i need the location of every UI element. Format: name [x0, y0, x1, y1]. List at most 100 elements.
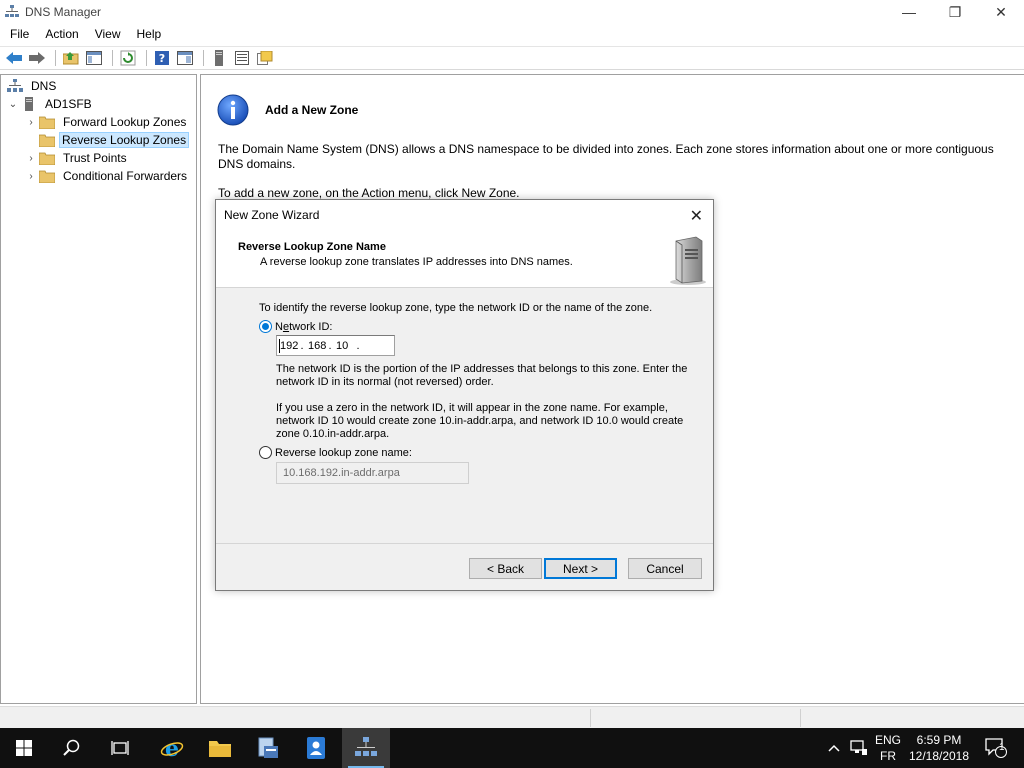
folder-icon	[39, 170, 55, 183]
clock[interactable]: 6:59 PM 12/18/2018	[906, 732, 972, 764]
back-button[interactable]: < Back	[469, 558, 542, 579]
network-id-input[interactable]: 192 . 168 . 10 .	[276, 335, 395, 356]
status-segment	[590, 709, 800, 727]
reverse-zone-name-input[interactable]: 10.168.192.in-addr.arpa	[276, 462, 469, 484]
file-explorer-button[interactable]	[196, 728, 244, 768]
toolbar-separator	[55, 50, 56, 66]
menu-action[interactable]: Action	[37, 27, 86, 41]
search-button[interactable]	[48, 728, 96, 768]
dns-manager-taskbar-button[interactable]	[342, 728, 390, 768]
server-manager-button[interactable]	[244, 728, 292, 768]
tree-item-dns[interactable]: DNS	[7, 77, 60, 95]
toolbar-separator	[112, 50, 113, 66]
chevron-right-icon[interactable]: ›	[25, 171, 37, 182]
network-icon	[850, 740, 867, 755]
page-heading: Add a New Zone	[265, 103, 359, 117]
menu-bar: File Action View Help	[0, 24, 1024, 44]
minimize-button[interactable]: —	[886, 0, 932, 24]
show-hide-tree-icon[interactable]	[84, 49, 104, 67]
tree-item-trust-points[interactable]: › Trust Points	[25, 149, 131, 167]
refresh-icon[interactable]	[118, 49, 138, 67]
chevron-right-icon[interactable]: ›	[25, 153, 37, 164]
folder-icon	[39, 152, 55, 165]
octet-1-input[interactable]: 192	[277, 340, 299, 352]
reverse-zone-name-label: Reverse lookup zone name:	[275, 446, 412, 459]
help-icon[interactable]: ?	[152, 49, 172, 67]
info-icon	[217, 94, 249, 126]
tree-label: Forward Lookup Zones	[63, 115, 187, 129]
next-button[interactable]: Next >	[544, 558, 617, 579]
chevron-down-icon[interactable]: ⌄	[7, 99, 19, 110]
cancel-button[interactable]: Cancel	[628, 558, 702, 579]
language-indicator[interactable]: ENG FR	[872, 732, 904, 764]
chevron-right-icon[interactable]: ›	[25, 117, 37, 128]
chevron-up-icon	[828, 744, 840, 752]
window-title: DNS Manager	[25, 5, 102, 19]
tree-label: DNS	[31, 79, 57, 93]
language-primary: ENG	[874, 733, 901, 747]
folder-icon	[39, 134, 55, 147]
task-view-button[interactable]	[96, 728, 144, 768]
forward-arrow-icon[interactable]	[27, 49, 47, 67]
tree-item-reverse-lookup-zones[interactable]: Reverse Lookup Zones	[25, 131, 190, 149]
menu-help[interactable]: Help	[129, 27, 170, 41]
clock-time: 6:59 PM	[916, 733, 962, 747]
dns-manager-icon	[355, 737, 377, 756]
server-icon	[25, 97, 33, 111]
octet-2-input[interactable]: 168	[305, 340, 327, 352]
menu-file[interactable]: File	[2, 27, 37, 41]
wizard-step-title: Reverse Lookup Zone Name	[238, 241, 386, 253]
taskbar: e ENG FR 6:59 PM 12/18/2018 1	[0, 728, 1024, 768]
toolbar-separator	[203, 50, 204, 66]
toolbar-separator	[146, 50, 147, 66]
text-caret	[279, 339, 280, 353]
address-book-icon	[307, 737, 325, 759]
octet-3-input[interactable]: 10	[333, 340, 355, 352]
back-arrow-icon[interactable]	[4, 49, 24, 67]
notification-count: 1	[999, 742, 1005, 753]
show-hidden-icons-button[interactable]	[822, 728, 846, 768]
server-manager-icon	[258, 737, 278, 758]
dialog-close-icon[interactable]: ✕	[690, 206, 703, 226]
action-center-button[interactable]: 1	[978, 728, 1014, 768]
dialog-title-bar: New Zone Wizard	[216, 200, 713, 230]
new-record-icon[interactable]	[255, 49, 275, 67]
internet-explorer-icon: e	[160, 736, 184, 760]
properties-pane-icon[interactable]	[175, 49, 195, 67]
wizard-step-subtitle: A reverse lookup zone translates IP addr…	[260, 256, 573, 268]
active-directory-button[interactable]	[292, 728, 340, 768]
svg-text:e: e	[165, 736, 179, 760]
list-icon[interactable]	[232, 49, 252, 67]
tree-item-conditional-forwarders[interactable]: › Conditional Forwarders	[25, 167, 191, 185]
console-tree: DNS ⌄ AD1SFB › Forward Lookup Zones Reve…	[0, 74, 197, 704]
network-tray-button[interactable]	[846, 728, 872, 768]
network-id-radio[interactable]: Network ID:	[259, 320, 332, 333]
svg-text:?: ?	[159, 52, 165, 65]
radio-indicator	[259, 446, 272, 459]
wizard-prompt: To identify the reverse lookup zone, typ…	[259, 302, 653, 314]
instruction-text: To add a new zone, on the Action menu, c…	[218, 186, 520, 200]
close-button[interactable]: ✕	[978, 0, 1024, 24]
tree-label: Trust Points	[63, 151, 127, 165]
folder-icon	[209, 741, 231, 757]
start-button[interactable]	[0, 728, 48, 768]
internet-explorer-button[interactable]: e	[148, 728, 196, 768]
language-secondary: FR	[880, 749, 896, 763]
server-icon[interactable]	[209, 49, 229, 67]
restore-button[interactable]: ❐	[932, 0, 978, 24]
new-zone-wizard-dialog: New Zone Wizard ✕ Reverse Lookup Zone Na…	[215, 199, 714, 591]
dns-manager-icon	[5, 5, 19, 17]
dialog-title: New Zone Wizard	[224, 208, 320, 222]
network-id-help: The network ID is the portion of the IP …	[276, 363, 688, 388]
wizard-header: Reverse Lookup Zone Name A reverse looku…	[216, 230, 713, 288]
menu-view[interactable]: View	[87, 27, 129, 41]
tree-label: AD1SFB	[45, 97, 92, 111]
up-folder-icon[interactable]	[61, 49, 81, 67]
tree-label: Conditional Forwarders	[63, 169, 188, 183]
tree-item-server[interactable]: ⌄ AD1SFB	[7, 95, 96, 113]
reverse-zone-name-radio[interactable]: Reverse lookup zone name:	[259, 446, 412, 459]
zero-in-network-id-help: If you use a zero in the network ID, it …	[276, 402, 684, 440]
title-bar: DNS Manager — ❐ ✕	[0, 0, 1024, 24]
octet-separator: .	[356, 339, 360, 352]
tree-item-forward-lookup-zones[interactable]: › Forward Lookup Zones	[25, 113, 190, 131]
